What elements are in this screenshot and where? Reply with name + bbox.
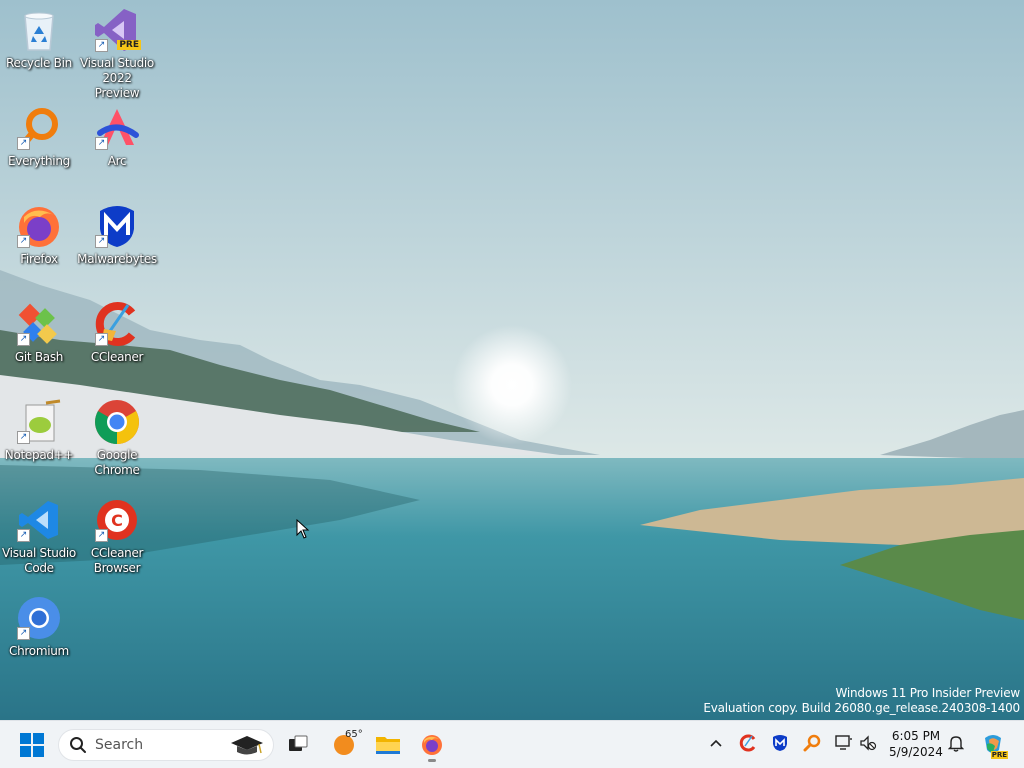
mouse-cursor-icon: [296, 519, 310, 539]
vscode-icon: ↗: [15, 496, 63, 544]
folder-icon: [376, 737, 400, 754]
desktop-icon-visual-studio-preview[interactable]: ↗ PRE Visual Studio 2022 Preview: [78, 6, 156, 101]
shortcut-arrow-icon: ↗: [17, 235, 30, 248]
tray-everything[interactable]: [802, 733, 822, 753]
clock-date: 5/9/2024: [889, 745, 943, 759]
desktop-icon-google-chrome[interactable]: Google Chrome: [78, 398, 156, 478]
tray-network[interactable]: [834, 733, 854, 753]
windows-logo-icon: [20, 733, 44, 757]
tray-malwarebytes[interactable]: [770, 733, 790, 753]
visual-studio-preview-icon: ↗ PRE: [93, 6, 141, 54]
desktop-icon-malwarebytes[interactable]: ↗ Malwarebytes: [77, 202, 157, 267]
icon-label: Firefox: [20, 252, 58, 266]
shortcut-arrow-icon: ↗: [17, 627, 30, 640]
icon-label: Notepad++: [4, 448, 74, 462]
malwarebytes-icon: [773, 735, 787, 751]
shortcut-arrow-icon: ↗: [17, 431, 30, 444]
shortcut-arrow-icon: ↗: [95, 137, 108, 150]
ccleaner-icon: ↗: [93, 300, 141, 348]
icon-label: Chromium: [9, 644, 69, 658]
shortcut-arrow-icon: ↗: [95, 529, 108, 542]
task-view-icon: [289, 735, 308, 751]
chevron-up-icon: [710, 739, 722, 747]
search-icon: [70, 737, 86, 753]
windows-watermark: Windows 11 Pro Insider Preview Evaluatio…: [703, 686, 1020, 716]
recycle-bin-icon: [15, 6, 63, 54]
icon-label: Google Chrome: [94, 448, 140, 477]
speaker-muted-icon: [860, 735, 877, 751]
icon-label: Visual Studio 2022 Preview: [80, 56, 154, 100]
shortcut-arrow-icon: ↗: [17, 137, 30, 150]
icon-label: CCleaner Browser: [90, 546, 144, 575]
search-placeholder: Search: [95, 737, 144, 753]
desktop-icon-vscode[interactable]: ↗ Visual Studio Code: [0, 496, 78, 576]
malwarebytes-icon: ↗: [93, 202, 141, 250]
shortcut-arrow-icon: ↗: [95, 39, 108, 52]
desktop-icon-firefox[interactable]: ↗ Firefox: [0, 202, 78, 267]
watermark-line1: Windows 11 Pro Insider Preview: [835, 686, 1020, 700]
weather-temperature: 65°: [345, 729, 363, 740]
tray-ccleaner[interactable]: [738, 733, 758, 753]
ccleaner-icon: [739, 734, 756, 752]
desktop-icon-arc[interactable]: ↗ Arc: [78, 104, 156, 169]
tray-volume[interactable]: [858, 733, 878, 753]
desktop-icon-ccleaner-browser[interactable]: C ↗ CCleaner Browser: [78, 496, 156, 576]
everything-icon: [803, 734, 821, 752]
network-monitor-icon: [835, 735, 852, 750]
clock-time: 6:05 PM: [891, 729, 941, 743]
desktop[interactable]: Recycle Bin ↗ Everything ↗ Firefox ↗ Git…: [0, 0, 1024, 720]
desktop-icon-notepadpp[interactable]: ↗ Notepad++: [0, 398, 78, 463]
icon-label: Visual Studio Code: [2, 546, 76, 575]
icon-label: Git Bash: [14, 350, 64, 364]
desktop-icon-git-bash[interactable]: ↗ Git Bash: [0, 300, 78, 365]
chromium-icon: ↗: [15, 594, 63, 642]
taskbar-clock[interactable]: 6:05 PM 5/9/2024: [886, 728, 946, 760]
ccleaner-browser-icon: C ↗: [93, 496, 141, 544]
svg-text:C: C: [111, 511, 123, 530]
firefox-icon: [422, 735, 442, 755]
firefox-taskbar-button[interactable]: [414, 727, 450, 763]
icon-label: Everything: [8, 154, 70, 168]
shortcut-arrow-icon: ↗: [95, 333, 108, 346]
watermark-line2: Evaluation copy. Build 26080.ge_release.…: [703, 701, 1020, 715]
desktop-icon-ccleaner[interactable]: ↗ CCleaner: [78, 300, 156, 365]
bell-icon: [948, 736, 964, 752]
chrome-icon: [93, 398, 141, 446]
file-explorer-button[interactable]: [370, 727, 406, 763]
everything-icon: ↗: [15, 104, 63, 152]
notepadpp-icon: ↗: [15, 398, 63, 446]
copilot-preview-button[interactable]: PRE: [980, 731, 1008, 759]
icon-label: Arc: [107, 154, 127, 168]
icon-label: CCleaner: [90, 350, 144, 364]
icon-label: Malwarebytes: [77, 252, 157, 266]
firefox-icon: ↗: [15, 202, 63, 250]
shortcut-arrow-icon: ↗: [17, 333, 30, 346]
notifications-button[interactable]: [946, 733, 966, 753]
pre-badge: PRE: [117, 40, 141, 50]
start-button[interactable]: [14, 727, 50, 763]
arc-icon: ↗: [93, 104, 141, 152]
shortcut-arrow-icon: ↗: [95, 235, 108, 248]
taskbar-search-box[interactable]: Search: [58, 729, 274, 761]
show-hidden-icons-button[interactable]: [706, 733, 726, 753]
shortcut-arrow-icon: ↗: [17, 529, 30, 542]
git-bash-icon: ↗: [15, 300, 63, 348]
task-view-button[interactable]: [280, 727, 316, 763]
taskbar: Search 65° 6:05 PM 5/9/2024 PRE: [0, 720, 1024, 768]
desktop-icon-recycle-bin[interactable]: Recycle Bin: [0, 6, 78, 71]
icon-label: Recycle Bin: [6, 56, 72, 70]
active-indicator: [428, 759, 436, 762]
desktop-icon-everything[interactable]: ↗ Everything: [0, 104, 78, 169]
desktop-icon-chromium[interactable]: ↗ Chromium: [0, 594, 78, 659]
graduation-cap-icon: [231, 736, 263, 755]
pre-badge: PRE: [990, 751, 1008, 759]
